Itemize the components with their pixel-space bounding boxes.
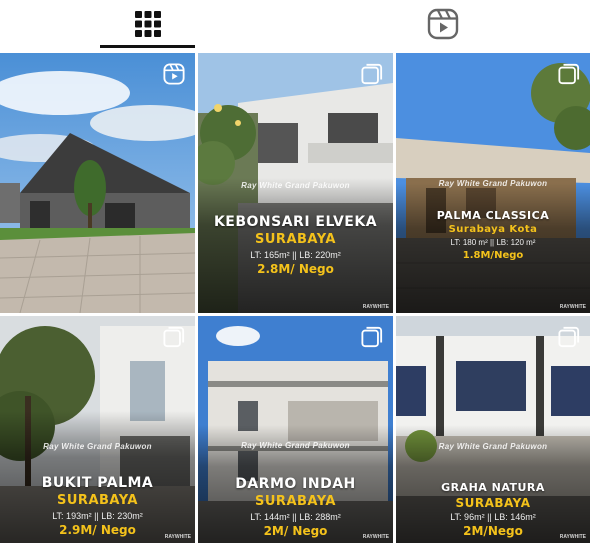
post-city: Surabaya Kota xyxy=(448,224,538,235)
post-tile[interactable]: Ray White Grand Pakuwon GRAHA NATURA SUR… xyxy=(396,316,590,543)
post-spec: LT: 180 m² || LB: 120 m² xyxy=(450,238,536,247)
post-city: SURABAYA xyxy=(255,494,336,509)
tab-posts-grid[interactable] xyxy=(100,0,195,48)
post-city: SURABAYA xyxy=(57,493,138,508)
post-title: DARMO INDAH xyxy=(235,476,356,492)
reels-icon xyxy=(427,8,458,40)
post-spec: LT: 165m² || LB: 220m² xyxy=(250,250,341,260)
multi-post-icon xyxy=(558,326,580,348)
brand-corner-text: RAYWHITE xyxy=(559,304,586,310)
post-title: KEBONSARI ELVEKA xyxy=(213,214,378,230)
multi-post-icon xyxy=(361,326,383,348)
post-price: 1.8M/Nego xyxy=(462,250,524,261)
post-spec: LT: 96m² || LB: 146m² xyxy=(450,512,536,522)
watermark-text: Ray White Grand Pakuwon xyxy=(43,442,152,451)
post-tile[interactable]: Ray White Grand Pakuwon KEBONSARI ELVEKA… xyxy=(198,53,393,313)
multi-post-icon xyxy=(163,326,185,348)
post-city: SURABAYA xyxy=(455,496,531,510)
brand-corner-text: RAYWHITE xyxy=(164,534,191,540)
brand-corner-text: RAYWHITE xyxy=(362,534,389,540)
post-tile[interactable]: Ray White Grand Pakuwon PALMA CLASSICA S… xyxy=(396,53,590,313)
brand-corner-text: RAYWHITE xyxy=(559,534,586,540)
watermark-text: Ray White Grand Pakuwon xyxy=(438,442,548,451)
brand-corner-text: RAYWHITE xyxy=(362,304,389,310)
post-tile[interactable] xyxy=(0,53,195,313)
grid-icon xyxy=(134,11,161,37)
post-spec: LT: 144m² || LB: 288m² xyxy=(250,512,341,522)
watermark-text: Ray White Grand Pakuwon xyxy=(438,179,548,188)
reels-icon xyxy=(163,63,185,85)
post-title: PALMA CLASSICA xyxy=(436,209,550,222)
multi-post-icon xyxy=(361,63,383,85)
watermark-text: Ray White Grand Pakuwon xyxy=(241,441,350,450)
post-thumbnail-image xyxy=(0,53,195,313)
post-tile[interactable]: Ray White Grand Pakuwon BUKIT PALMA SURA… xyxy=(0,316,195,543)
post-title: BUKIT PALMA xyxy=(41,475,154,491)
profile-tab-bar xyxy=(0,0,590,48)
tab-reels[interactable] xyxy=(395,0,490,48)
text-overlay xyxy=(396,183,590,313)
post-city: SURABAYA xyxy=(255,232,336,247)
watermark-text: Ray White Grand Pakuwon xyxy=(241,181,350,190)
post-spec: LT: 193m² || LB: 230m² xyxy=(52,511,143,521)
post-price: 2.8M/ Nego xyxy=(257,262,334,276)
posts-grid: Ray White Grand Pakuwon KEBONSARI ELVEKA… xyxy=(0,53,590,543)
post-title: GRAHA NATURA xyxy=(441,481,545,494)
post-tile[interactable]: Ray White Grand Pakuwon DARMO INDAH SURA… xyxy=(198,316,393,543)
multi-post-icon xyxy=(558,63,580,85)
